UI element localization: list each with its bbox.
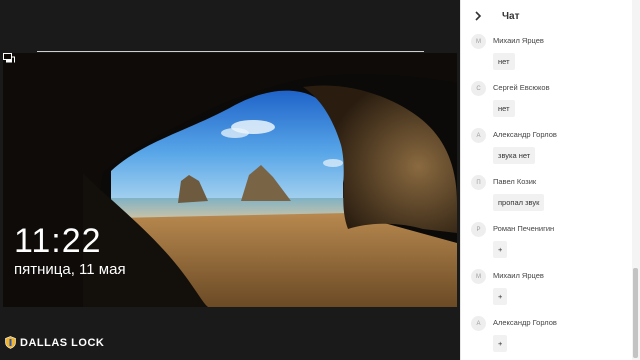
message-author: Александр Горлов — [493, 130, 557, 139]
list-item: Р Роман Печенигин + — [461, 221, 631, 268]
list-item: С Сергей Евсюков нет — [461, 80, 631, 127]
stage-divider — [37, 51, 424, 52]
chat-panel: Чат М Михаил Ярцев нет С Сергей Евсюков … — [460, 0, 640, 360]
network-icon[interactable] — [3, 53, 15, 63]
avatar: Р — [471, 222, 486, 237]
list-item: М Михаил Ярцев + — [461, 268, 631, 315]
list-item: М Михаил Ярцев нет — [461, 33, 631, 80]
avatar: М — [471, 34, 486, 49]
avatar: П — [471, 175, 486, 190]
shared-screen: 11:22 пятница, 11 мая — [3, 53, 457, 307]
message-text: пропал звук — [493, 194, 545, 211]
avatar: А — [471, 316, 486, 331]
brand: DALLAS LOCK — [5, 336, 104, 349]
lockscreen-date: пятница, 11 мая — [14, 261, 126, 278]
brand-label: DALLAS LOCK — [20, 336, 105, 349]
message-text: + — [493, 288, 508, 305]
shield-icon — [5, 336, 16, 349]
scrollbar-thumb[interactable] — [633, 268, 638, 358]
message-author: Александр Горлов — [493, 318, 557, 327]
chevron-right-icon[interactable] — [473, 10, 483, 22]
lockscreen-time: 11:22 — [14, 222, 102, 260]
avatar: А — [471, 128, 486, 143]
list-item: П Павел Козик пропал звук — [461, 174, 631, 221]
avatar: М — [471, 269, 486, 284]
video-stage: 11:22 пятница, 11 мая DALLAS LOCK — [0, 0, 460, 360]
message-text: нет — [493, 100, 515, 117]
list-item: А Александр Горлов + — [461, 315, 631, 360]
message-author: Павел Козик — [493, 177, 537, 186]
message-text: звука нет — [493, 147, 536, 164]
chat-title: Чат — [502, 11, 520, 22]
message-text: + — [493, 241, 508, 258]
message-author: Роман Печенигин — [493, 224, 555, 233]
message-author: Сергей Евсюков — [493, 83, 550, 92]
message-author: Михаил Ярцев — [493, 36, 544, 45]
message-author: Михаил Ярцев — [493, 271, 544, 280]
message-text: нет — [493, 53, 515, 70]
chat-header: Чат — [461, 0, 640, 32]
message-text: + — [493, 335, 508, 352]
avatar: С — [471, 81, 486, 96]
list-item: А Александр Горлов звука нет — [461, 127, 631, 174]
chat-scrollbar[interactable] — [632, 0, 640, 360]
